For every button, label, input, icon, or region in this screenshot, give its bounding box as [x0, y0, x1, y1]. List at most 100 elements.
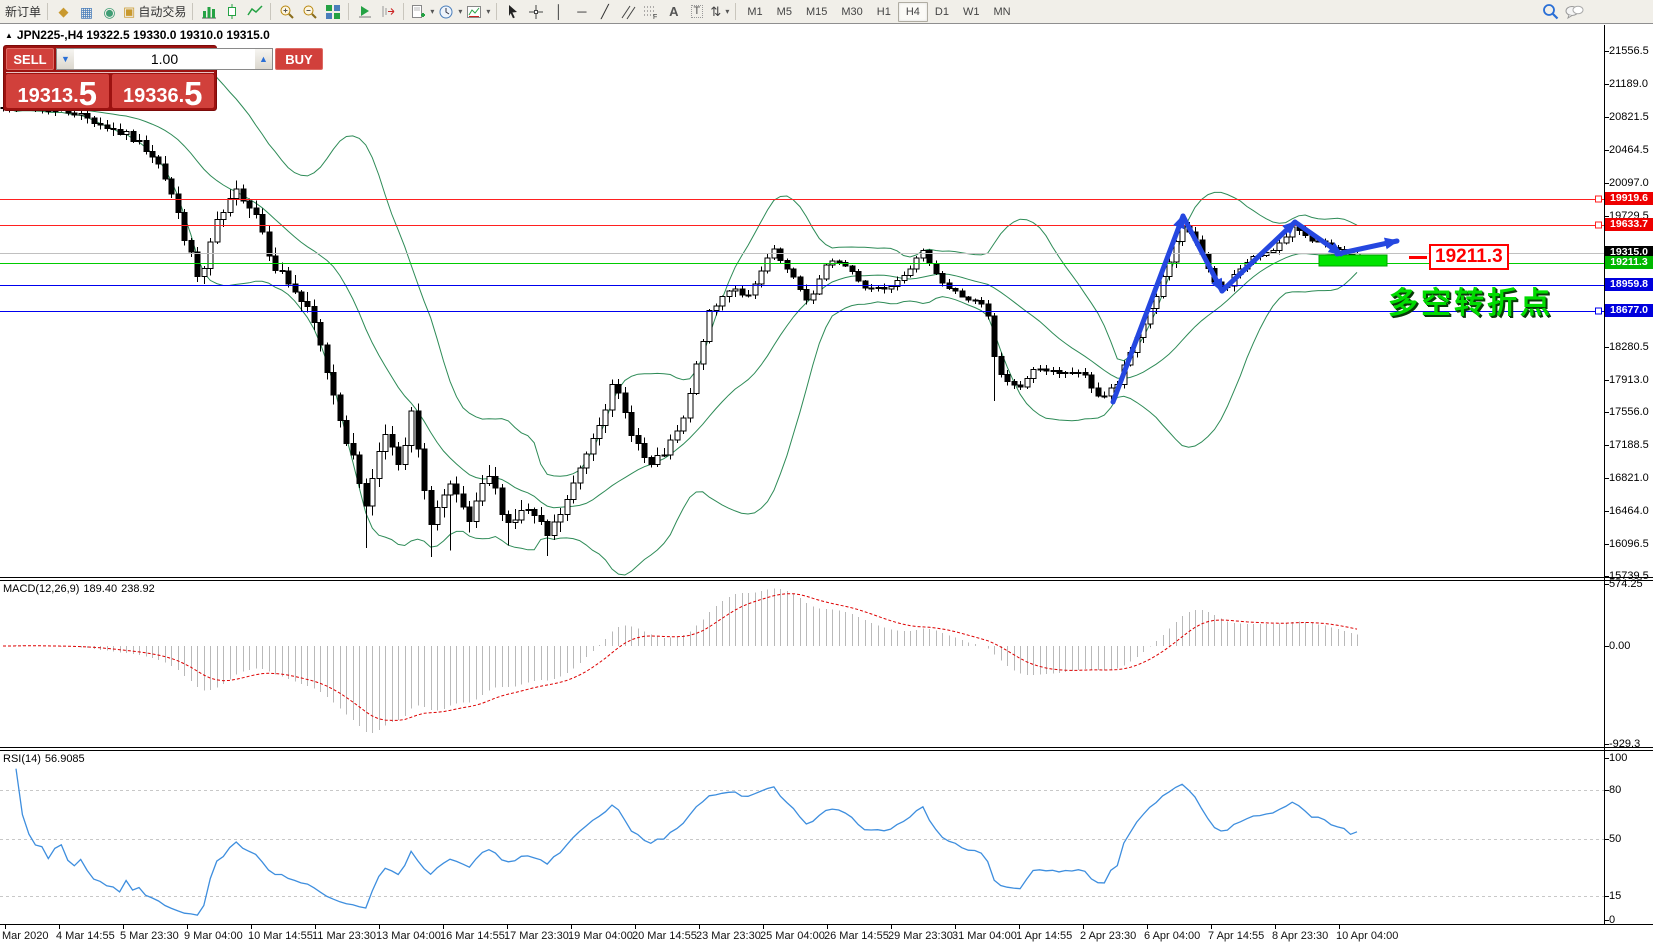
fibonacci-icon[interactable]: F — [639, 2, 662, 22]
price-badge-19211.3: 19211.3 — [1605, 256, 1653, 269]
periods-icon[interactable]: ▾ — [436, 2, 464, 22]
macd-name: MACD(12,26,9) — [3, 583, 80, 595]
new-chart-icon[interactable]: ▾ — [408, 2, 436, 22]
rsi-axis-tick: 15 — [1609, 890, 1622, 902]
tab-timeframe-W1[interactable]: W1 — [956, 2, 987, 22]
svg-text:F: F — [653, 14, 657, 20]
time-axis-label: 13 Mar 04:00 — [376, 930, 441, 942]
tab-timeframe-MN[interactable]: MN — [986, 2, 1017, 22]
toolbar-separator — [192, 3, 194, 20]
price-axis-tick: 18280.5 — [1609, 341, 1649, 353]
chart-title: ▲ JPN225-,H4 19322.5 19330.0 19310.0 1931… — [5, 28, 270, 42]
macd-indicator-label: MACD(12,26,9) 189.40 238.92 — [3, 583, 159, 595]
buy-price[interactable]: 19336. 5 — [111, 74, 214, 112]
line-chart-icon[interactable] — [243, 2, 266, 22]
zigzag-arrow-segment-1[interactable] — [1110, 213, 1186, 405]
channel-icon[interactable] — [616, 2, 639, 22]
time-axis-label: 20 Mar 14:55 — [632, 930, 697, 942]
price-axis-tick: 20097.0 — [1609, 177, 1649, 189]
mt4-window: { "toolbar": { "timeframes": ["M1","M5",… — [0, 0, 1653, 948]
community-icon[interactable] — [1562, 2, 1586, 22]
tab-timeframe-M30[interactable]: M30 — [834, 2, 869, 22]
toolbar-separator — [270, 3, 272, 20]
toolbar-separator — [403, 3, 405, 20]
price-axis-tick: 20464.5 — [1609, 144, 1649, 156]
hline-handle-19919.6[interactable] — [1595, 195, 1602, 203]
symbol-search-icon[interactable] — [1539, 2, 1562, 22]
time-axis-label: 10 Mar 14:55 — [248, 930, 313, 942]
toolbar-separator — [496, 3, 498, 20]
label-icon[interactable]: T — [685, 2, 708, 22]
zoom-in-icon[interactable] — [275, 2, 298, 22]
tile-windows-icon[interactable] — [321, 2, 344, 22]
hline-handle-19633.7[interactable] — [1595, 221, 1602, 229]
chart-plot-area[interactable] — [0, 0, 1653, 948]
price-badge-18959.8: 18959.8 — [1605, 278, 1653, 291]
volume-decrease-button[interactable]: ▼ — [57, 49, 74, 69]
toolbar-separator — [348, 3, 350, 20]
price-axis-tick: 20821.5 — [1609, 111, 1649, 123]
time-axis-label: 23 Mar 23:30 — [696, 930, 761, 942]
autotrading-button[interactable]: ▣ 自动交易 — [121, 2, 188, 22]
price-axis-tick: 16096.5 — [1609, 538, 1649, 550]
time-axis-label: 5 Mar 23:30 — [120, 930, 179, 942]
time-axis-label: 26 Mar 14:55 — [824, 930, 889, 942]
text-icon[interactable]: A — [662, 2, 685, 22]
auto-scroll-icon[interactable] — [353, 2, 376, 22]
time-axis-label: 8 Apr 23:30 — [1272, 930, 1329, 942]
volume-increase-button[interactable]: ▲ — [255, 49, 272, 69]
crosshair-icon[interactable] — [524, 2, 547, 22]
time-axis-label: 7 Apr 14:55 — [1208, 930, 1265, 942]
tab-timeframe-H4[interactable]: H4 — [897, 1, 928, 22]
sell-price-main: 19313 — [17, 85, 74, 107]
cursor-icon[interactable] — [501, 2, 524, 22]
time-axis-label: 6 Apr 04:00 — [1144, 930, 1201, 942]
price-badge-18677.0: 18677.0 — [1605, 304, 1653, 317]
candlestick-chart-icon[interactable] — [220, 2, 243, 22]
tab-timeframe-M5[interactable]: M5 — [770, 2, 799, 22]
price-callout-19211[interactable]: 19211.3 — [1409, 244, 1509, 270]
rsi-axis-tick: 0 — [1609, 914, 1616, 926]
zigzag-arrow-segment-3[interactable] — [1219, 219, 1298, 294]
price-axis-tick: 16464.0 — [1609, 505, 1649, 517]
zoom-out-icon[interactable] — [298, 2, 321, 22]
price-axis-tick: 17913.0 — [1609, 374, 1649, 386]
market-watch-icon[interactable]: ◆ — [52, 2, 75, 22]
callout-value: 19211.3 — [1429, 244, 1509, 270]
data-window-icon[interactable]: ▦ — [75, 2, 98, 22]
trendline-icon[interactable]: ╱ — [593, 2, 616, 22]
vertical-line-icon[interactable]: │ — [547, 2, 570, 22]
time-axis-label: 11 Mar 23:30 — [312, 930, 377, 942]
navigator-icon[interactable]: ◉ — [98, 2, 121, 22]
volume-stepper: ▼ ▲ — [56, 48, 273, 70]
tab-timeframe-D1[interactable]: D1 — [928, 2, 956, 22]
chart-shift-icon[interactable] — [376, 2, 399, 22]
indicator-panes — [0, 588, 1604, 916]
hline-handle-18677[interactable] — [1595, 307, 1602, 315]
macd-signal-value: 238.92 — [121, 583, 155, 595]
sell-price[interactable]: 19313. 5 — [6, 74, 109, 112]
arrows-icon[interactable]: ⇅ ▾ — [708, 2, 731, 22]
horizontal-line-icon[interactable]: ─ — [570, 2, 593, 22]
buy-button[interactable]: BUY — [275, 48, 323, 70]
price-axis-tick: 21189.0 — [1609, 78, 1648, 90]
tab-timeframe-H1[interactable]: H1 — [870, 2, 898, 22]
tab-timeframe-M1[interactable]: M1 — [740, 2, 769, 22]
templates-icon[interactable]: ▾ — [464, 2, 492, 22]
price-badge-19633.7: 19633.7 — [1605, 218, 1653, 231]
zigzag-arrow-segment-5[interactable] — [1334, 237, 1400, 257]
tab-timeframe-M15[interactable]: M15 — [799, 2, 834, 22]
support-zone-rectangle[interactable] — [1318, 254, 1388, 267]
bar-chart-icon[interactable] — [197, 2, 220, 22]
time-axis-label: 19 Mar 04:00 — [568, 930, 633, 942]
buy-price-pips: 5 — [184, 75, 203, 112]
new-order-button[interactable]: 新订单 — [3, 2, 43, 22]
buy-price-main: 19336 — [122, 85, 179, 107]
zigzag-arrow-segment-4[interactable] — [1292, 219, 1344, 257]
volume-input[interactable] — [74, 49, 255, 69]
sell-price-pips: 5 — [78, 75, 98, 112]
time-axis-label: 1 Apr 14:55 — [1016, 930, 1073, 942]
chinese-annotation-text[interactable]: 多空转折点 — [1388, 278, 1553, 322]
sell-button[interactable]: SELL — [6, 48, 54, 70]
macd-axis-tick: -929.3 — [1609, 738, 1641, 750]
